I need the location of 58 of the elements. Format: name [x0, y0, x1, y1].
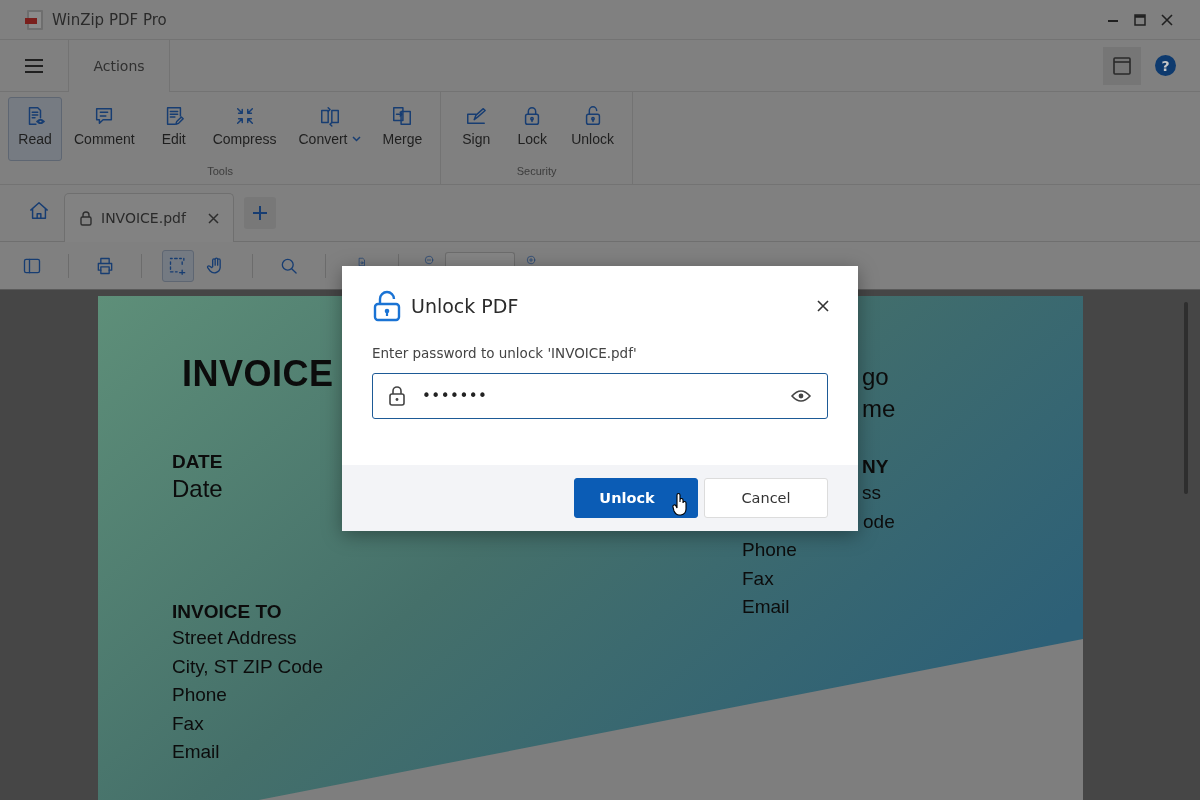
document-text: ode — [863, 509, 895, 534]
password-field[interactable]: ••••••• — [372, 373, 828, 419]
home-icon — [28, 200, 50, 222]
signature-pen-icon — [465, 105, 488, 127]
merge-documents-icon — [391, 105, 414, 127]
ribbon-button[interactable]: Edit — [146, 97, 201, 161]
document-title: INVOICE — [182, 354, 334, 394]
eye-icon[interactable] — [791, 389, 811, 403]
close-tab-icon[interactable] — [208, 212, 219, 224]
document-text: Phone — [172, 683, 227, 707]
dialog-title: Unlock PDF — [411, 295, 520, 317]
document-text: ss — [862, 481, 881, 505]
close-button[interactable] — [816, 299, 830, 313]
layout-button[interactable] — [1103, 46, 1141, 85]
document-text: me — [862, 394, 896, 424]
file-tab[interactable]: INVOICE.pdf — [64, 193, 234, 242]
document-text: go — [862, 362, 889, 392]
document-text: Email — [742, 595, 790, 619]
ribbon-button[interactable]: Lock — [505, 97, 560, 161]
document-text: DATE — [172, 450, 223, 474]
ribbon-button[interactable]: Compress — [202, 97, 287, 161]
padlock-icon — [388, 385, 406, 407]
new-tab-button[interactable] — [244, 197, 276, 229]
ribbon-button[interactable]: Unlock — [561, 97, 624, 161]
document-text: Fax — [172, 711, 204, 736]
maximize-icon[interactable] — [1133, 13, 1146, 26]
open-padlock-icon — [373, 290, 401, 322]
unlock-button[interactable]: Unlock — [574, 478, 698, 518]
plus-icon — [251, 204, 269, 222]
document-text: Street Address — [172, 626, 297, 650]
printer-icon — [95, 255, 115, 276]
convert-documents-icon — [318, 105, 341, 127]
ribbon-tab[interactable]: Actions — [68, 40, 170, 92]
document-text: Date — [172, 474, 223, 504]
help-button[interactable]: ? — [1155, 55, 1176, 76]
zoom-field[interactable] — [445, 252, 515, 266]
group-label: Tools — [207, 165, 233, 177]
cancel-button[interactable]: Cancel — [704, 478, 828, 518]
app-logo-icon — [24, 8, 46, 31]
ribbon-button[interactable]: Comment — [64, 97, 145, 161]
document-text: Email — [172, 740, 220, 764]
group-label: Security — [516, 165, 557, 177]
menu-icon[interactable] — [24, 57, 44, 74]
ribbon-button[interactable]: Read — [8, 97, 62, 161]
close-icon[interactable] — [1160, 13, 1173, 26]
window-layout-icon — [1112, 55, 1132, 76]
hand-cursor-icon — [672, 492, 688, 516]
document-text: INVOICE TO — [172, 600, 282, 624]
area-select-icon — [168, 255, 188, 276]
ribbon-button[interactable]: Convert — [288, 97, 371, 161]
password-prompt: Enter password to unlock 'INVOICE.pdf' — [372, 345, 638, 361]
document-text: City, ST ZIP Code — [172, 654, 323, 679]
document-text: Fax — [742, 566, 774, 591]
window-title: WinZip PDF Pro — [52, 10, 167, 29]
ribbon-button[interactable]: Sign — [449, 97, 504, 161]
document-text: NY — [862, 455, 889, 479]
document-text: Phone — [742, 538, 797, 562]
ribbon-button[interactable]: Merge — [372, 97, 433, 161]
